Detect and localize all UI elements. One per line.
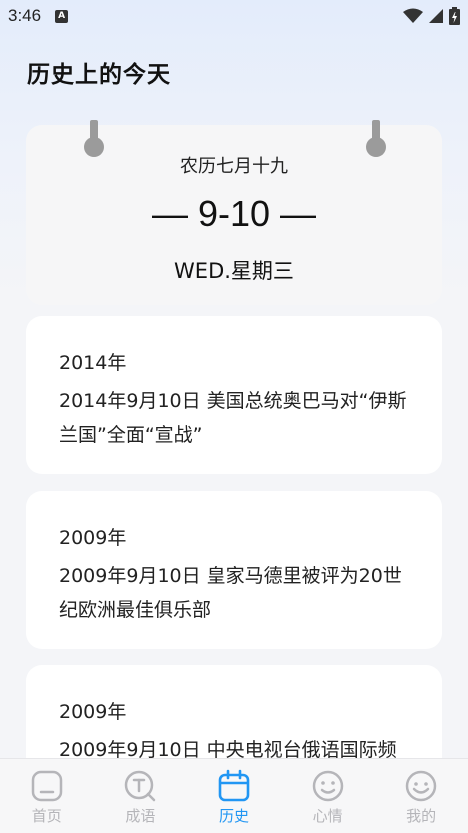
bottom-nav: 首页 成语 历史 心情 我的 [0, 758, 468, 833]
accessibility-a-icon: A [55, 9, 69, 23]
nav-item-history[interactable]: 历史 [194, 759, 274, 826]
nav-item-idiom[interactable]: 成语 [100, 759, 180, 826]
nav-label: 心情 [312, 807, 343, 825]
status-indicators [403, 7, 460, 25]
event-year: 2009年 [59, 527, 127, 549]
smile-icon [312, 770, 343, 802]
page-title: 历史上的今天 [27, 61, 171, 88]
calendar-card: 农历七月十九 — 9-10 — WED.星期三 [26, 120, 442, 305]
calendar-icon [218, 769, 250, 802]
event-text: 2009年9月10日 皇家马德里被评为20世纪欧洲最佳俱乐部 [59, 565, 402, 621]
status-bar: 3:46 A [0, 0, 468, 32]
status-time: 3:46 [8, 6, 42, 25]
event-year: 2009年 [59, 701, 127, 723]
nav-label: 成语 [125, 807, 156, 825]
event-year: 2014年 [59, 352, 127, 374]
event-card[interactable]: 2009年 2009年9月10日 皇家马德里被评为20世纪欧洲最佳俱乐部 [26, 491, 442, 649]
nav-label: 我的 [406, 807, 437, 825]
event-card[interactable]: 2014年 2014年9月10日 美国总统奥巴马对“伊斯兰国”全面“宣战” [26, 316, 442, 474]
lunar-date: 农历七月十九 [180, 156, 288, 177]
nav-label: 历史 [218, 807, 249, 825]
wifi-icon [403, 8, 423, 23]
idiom-icon [125, 770, 156, 802]
weekday: WED.星期三 [174, 259, 294, 283]
nav-label: 首页 [31, 807, 62, 825]
home-icon [31, 770, 63, 802]
nav-item-mood[interactable]: 心情 [288, 759, 368, 826]
solar-date: — 9-10 — [151, 193, 317, 234]
battery-icon [449, 7, 460, 25]
nav-item-profile[interactable]: 我的 [381, 759, 461, 826]
profile-icon [405, 770, 437, 802]
nav-item-home[interactable]: 首页 [7, 759, 87, 826]
event-text: 2014年9月10日 美国总统奥巴马对“伊斯兰国”全面“宣战” [59, 390, 407, 446]
signal-icon [429, 9, 443, 23]
